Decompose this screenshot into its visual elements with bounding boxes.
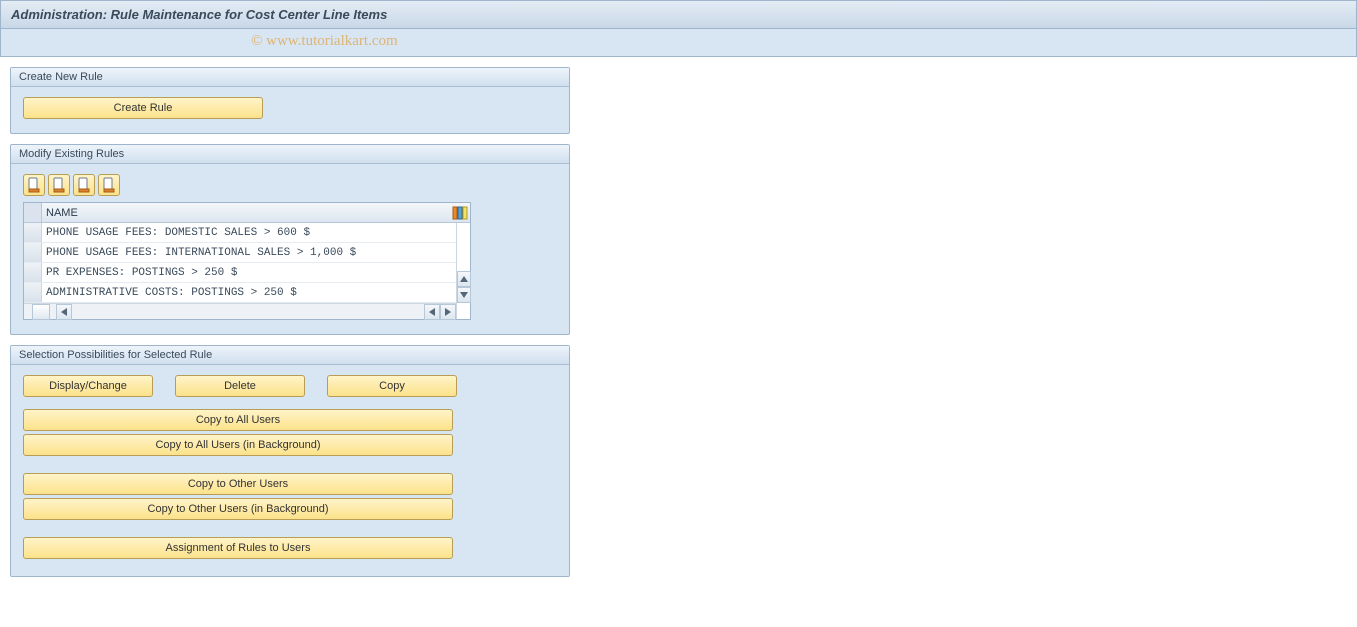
group-modify-existing-rules: Modify Existing Rules xyxy=(10,144,570,335)
triangle-left-icon xyxy=(61,308,67,316)
triangle-right-icon xyxy=(445,308,451,316)
grid-toolbar xyxy=(23,174,557,196)
copy-to-other-users-bg-label: Copy to Other Users (in Background) xyxy=(148,503,329,515)
application-toolbar: © www.tutorialkart.com xyxy=(0,29,1357,57)
row-selector-toggle[interactable] xyxy=(32,304,50,320)
assignment-of-rules-label: Assignment of Rules to Users xyxy=(166,542,311,554)
table-row[interactable]: ADMINISTRATIVE COSTS: POSTINGS > 250 $ xyxy=(24,283,456,303)
document-variant-icon xyxy=(26,177,42,193)
copy-to-other-users-label: Copy to Other Users xyxy=(188,478,288,490)
document-variant-icon xyxy=(101,177,117,193)
row-handle[interactable] xyxy=(24,243,42,262)
rules-grid-body: PHONE USAGE FEES: DOMESTIC SALES > 600 $… xyxy=(24,223,456,303)
group-title-modify: Modify Existing Rules xyxy=(11,145,569,164)
copy-to-other-users-bg-button[interactable]: Copy to Other Users (in Background) xyxy=(23,498,453,520)
table-row[interactable]: PHONE USAGE FEES: INTERNATIONAL SALES > … xyxy=(24,243,456,263)
rules-grid: NAME xyxy=(23,202,471,320)
rule-name-cell: PR EXPENSES: POSTINGS > 250 $ xyxy=(42,267,456,279)
create-rule-button-label: Create Rule xyxy=(114,102,173,114)
grid-toolbar-button-2[interactable] xyxy=(48,174,70,196)
table-row[interactable]: PR EXPENSES: POSTINGS > 250 $ xyxy=(24,263,456,283)
copy-button[interactable]: Copy xyxy=(327,375,457,397)
document-variant-icon xyxy=(51,177,67,193)
row-handle[interactable] xyxy=(24,283,42,302)
grid-toolbar-button-1[interactable] xyxy=(23,174,45,196)
scroll-down-button[interactable] xyxy=(457,287,471,303)
rules-grid-header-row: NAME xyxy=(24,203,470,223)
document-variant-icon xyxy=(76,177,92,193)
page-title: Administration: Rule Maintenance for Cos… xyxy=(11,7,387,22)
group-title-create: Create New Rule xyxy=(11,68,569,87)
rule-name-cell: PHONE USAGE FEES: INTERNATIONAL SALES > … xyxy=(42,247,456,259)
display-change-button[interactable]: Display/Change xyxy=(23,375,153,397)
group-create-new-rule: Create New Rule Create Rule xyxy=(10,67,570,134)
copy-to-all-users-label: Copy to All Users xyxy=(196,414,280,426)
title-bar: Administration: Rule Maintenance for Cos… xyxy=(0,0,1357,29)
triangle-up-icon xyxy=(460,276,468,282)
grid-toolbar-button-4[interactable] xyxy=(98,174,120,196)
rule-name-cell: PHONE USAGE FEES: DOMESTIC SALES > 600 $ xyxy=(42,227,456,239)
copy-to-all-users-bg-label: Copy to All Users (in Background) xyxy=(155,439,320,451)
copy-to-all-users-button[interactable]: Copy to All Users xyxy=(23,409,453,431)
copy-to-other-users-button[interactable]: Copy to Other Users xyxy=(23,473,453,495)
scroll-up-button[interactable] xyxy=(457,271,471,287)
rule-name-cell: ADMINISTRATIVE COSTS: POSTINGS > 250 $ xyxy=(42,287,456,299)
column-settings-button[interactable] xyxy=(451,204,469,222)
create-rule-button[interactable]: Create Rule xyxy=(23,97,263,119)
grid-horizontal-scrollbar[interactable] xyxy=(24,303,456,319)
copy-label: Copy xyxy=(379,380,405,392)
assignment-of-rules-button[interactable]: Assignment of Rules to Users xyxy=(23,537,453,559)
group-selection-possibilities: Selection Possibilities for Selected Rul… xyxy=(10,345,570,577)
scroll-right-button[interactable] xyxy=(440,304,456,320)
column-header-name[interactable]: NAME xyxy=(42,207,451,219)
grid-vertical-scrollbar[interactable] xyxy=(456,223,470,319)
row-handle[interactable] xyxy=(24,263,42,282)
delete-label: Delete xyxy=(224,380,256,392)
group-title-selection: Selection Possibilities for Selected Rul… xyxy=(11,346,569,365)
row-handle[interactable] xyxy=(24,223,42,242)
triangle-down-icon xyxy=(460,292,468,298)
watermark-text: © www.tutorialkart.com xyxy=(251,33,398,50)
triangle-left-icon xyxy=(429,308,435,316)
copy-to-all-users-bg-button[interactable]: Copy to All Users (in Background) xyxy=(23,434,453,456)
scroll-left-button[interactable] xyxy=(56,304,72,320)
grid-corner-handle[interactable] xyxy=(24,203,42,222)
delete-button[interactable]: Delete xyxy=(175,375,305,397)
grid-toolbar-button-3[interactable] xyxy=(73,174,95,196)
scroll-left2-button[interactable] xyxy=(424,304,440,320)
table-row[interactable]: PHONE USAGE FEES: DOMESTIC SALES > 600 $ xyxy=(24,223,456,243)
display-change-label: Display/Change xyxy=(49,380,127,392)
column-settings-icon xyxy=(452,205,468,221)
